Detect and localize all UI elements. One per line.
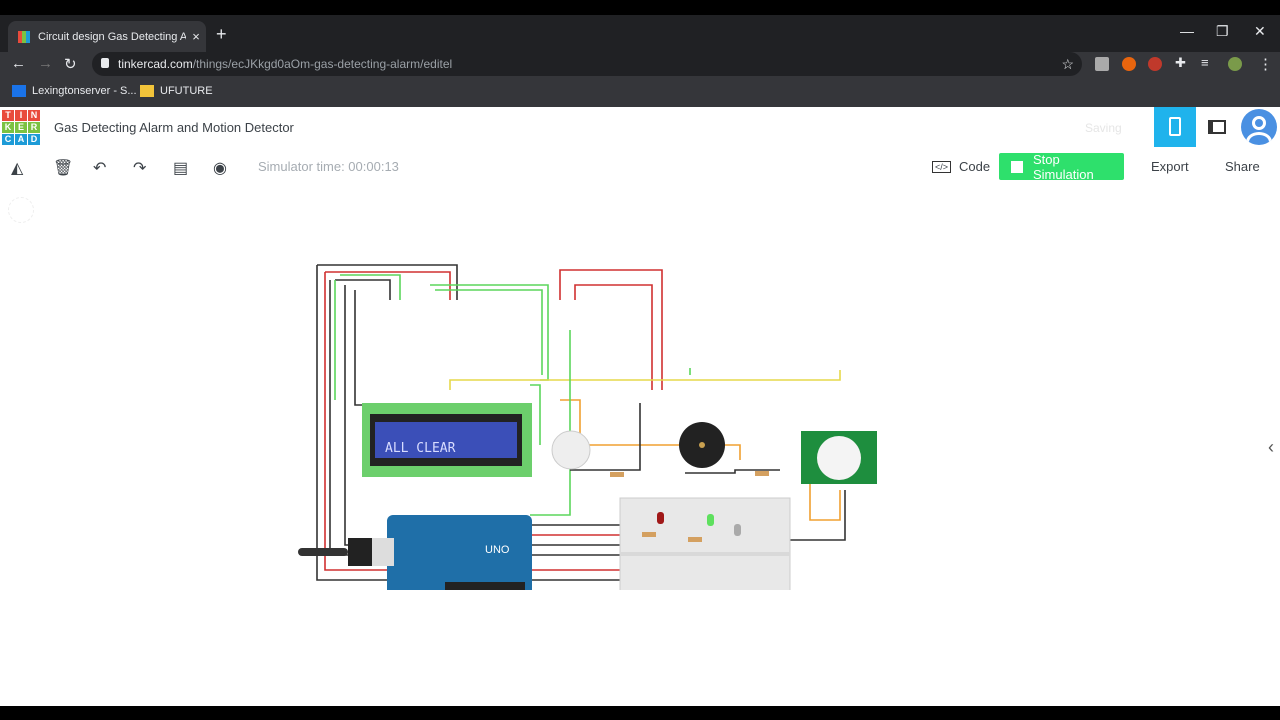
undo-icon[interactable]: ↶ (93, 158, 106, 178)
url-path: /things/ecJKkgd0aOm-gas-detecting-alarm/… (192, 57, 453, 71)
collapse-panel-icon[interactable]: ‹ (1268, 437, 1274, 458)
logo-letter: I (15, 110, 27, 121)
new-tab-button[interactable]: + (216, 24, 227, 45)
tinkercad-editor: TIN KER CAD Gas Detecting Alarm and Motion… (0, 107, 1280, 706)
tinkercad-favicon-icon (18, 30, 30, 43)
redo-icon[interactable]: ↷ (133, 158, 146, 178)
green-led[interactable] (707, 514, 714, 526)
simulator-time: Simulator time: 00:00:13 (258, 159, 399, 174)
tab-strip: Circuit design Gas Detecting Alarm and M… (0, 15, 1280, 52)
extension-icon[interactable] (1148, 57, 1162, 71)
logo-letter: K (2, 122, 14, 133)
restore-icon[interactable]: ❐ (1216, 23, 1229, 40)
code-button[interactable]: </> Code (932, 159, 990, 174)
url-host: tinkercad.com (118, 57, 193, 71)
reload-icon[interactable]: ↻ (64, 55, 77, 73)
usb-cable (348, 538, 372, 566)
eye-icon[interactable]: ◉ (213, 158, 227, 178)
fit-view-icon[interactable] (8, 197, 34, 223)
export-button[interactable]: Export (1151, 159, 1189, 174)
save-status: Saving (1085, 121, 1122, 135)
address-bar[interactable]: tinkercad.com/things/ecJKkgd0aOm-gas-det… (92, 52, 1082, 76)
gas-sensor[interactable] (551, 430, 591, 470)
bookmark-item[interactable]: UFUTURE (140, 85, 213, 97)
code-label: Code (959, 159, 991, 174)
puzzle-icon[interactable]: ✚ (1175, 55, 1186, 71)
logo-letter: R (28, 122, 40, 133)
rotate-icon[interactable]: ◭ (11, 158, 23, 178)
logo-letter: A (15, 134, 27, 145)
breadboard (619, 497, 791, 590)
minimize-icon[interactable]: — (1180, 23, 1194, 39)
bookmark-label: Lexingtonserver - S... (32, 85, 137, 97)
forward-icon[interactable]: → (38, 55, 53, 72)
list-view-icon[interactable] (1208, 120, 1226, 134)
code-icon: </> (932, 160, 952, 173)
screen-bottom (0, 706, 1280, 720)
stop-label: Stop Simulation (1033, 151, 1094, 182)
share-button[interactable]: Share (1225, 159, 1260, 174)
screen-top (0, 0, 1280, 15)
design-title[interactable]: Gas Detecting Alarm and Motion Detector (54, 120, 294, 135)
close-tab-icon[interactable]: × (186, 29, 206, 44)
extension-icon[interactable] (1095, 57, 1109, 71)
profile-avatar[interactable] (1228, 57, 1242, 71)
browser-tab[interactable]: Circuit design Gas Detecting Alarm and M… (8, 21, 206, 52)
star-icon[interactable]: ☆ (1061, 56, 1074, 73)
notes-icon[interactable]: ▤ (173, 158, 188, 178)
close-window-icon[interactable]: ✕ (1254, 23, 1266, 40)
tinkercad-logo[interactable]: TIN KER CAD (2, 110, 40, 145)
bookmark-icon (140, 85, 154, 97)
logo-letter: D (28, 134, 40, 145)
bookmark-label: UFUTURE (160, 85, 213, 97)
arduino-uno[interactable] (387, 515, 532, 590)
logo-letter: T (2, 110, 14, 121)
user-avatar[interactable] (1241, 109, 1277, 145)
stop-simulation-button[interactable]: Stop Simulation (999, 151, 1124, 182)
bookmark-icon (12, 85, 26, 97)
bookmark-item[interactable]: Lexingtonserver - S... (12, 85, 137, 97)
lcd-text: ALL CLEAR (385, 441, 456, 456)
led[interactable] (734, 524, 741, 536)
tab-title: Circuit design Gas Detecting Alarm and M… (38, 30, 186, 43)
bookmarks-bar: Lexingtonserver - S... UFUTURE (0, 78, 1280, 107)
media-icon[interactable]: ≡ (1201, 55, 1209, 70)
red-led[interactable] (657, 512, 664, 524)
menu-icon[interactable]: ⋮ (1258, 55, 1273, 73)
stop-icon (1011, 160, 1023, 173)
back-icon[interactable]: ← (11, 55, 26, 72)
logo-letter: E (15, 122, 27, 133)
logo-letter: N (28, 110, 40, 121)
extension-icon[interactable] (1122, 57, 1136, 71)
browser-toolbar: ← → ↻ tinkercad.com/things/ecJKkgd0aOm-g… (0, 52, 1280, 78)
components-panel-button[interactable] (1154, 107, 1196, 147)
delete-icon[interactable]: 🗑 (53, 158, 73, 178)
arduino-label: UNO (485, 544, 510, 556)
circuit-canvas[interactable]: ALL CLEAR UNO (290, 260, 890, 590)
logo-letter: C (2, 134, 14, 145)
chip-icon (1169, 117, 1181, 136)
lock-icon (101, 58, 109, 68)
